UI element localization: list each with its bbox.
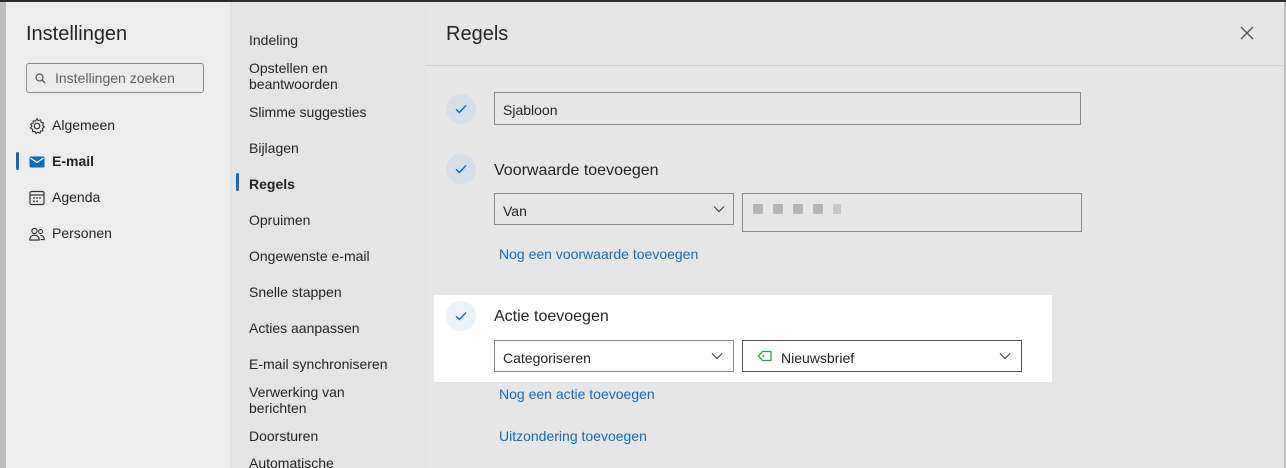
rules-title: Regels bbox=[446, 23, 509, 45]
settings-nav-pane: Instellingen Algemeen E-mail bbox=[6, 2, 230, 468]
condition-value-field[interactable] bbox=[742, 193, 1082, 232]
tag-icon bbox=[757, 350, 772, 362]
subnav-item-verwerking[interactable]: Verwerking van berichten bbox=[249, 384, 359, 416]
settings-title: Instellingen bbox=[26, 23, 128, 45]
add-exception-link[interactable]: Uitzondering toevoegen bbox=[499, 428, 647, 444]
redacted-text bbox=[833, 204, 841, 214]
nav-active-indicator bbox=[16, 152, 19, 170]
nav-label: Personen bbox=[52, 225, 112, 241]
nav-label: Agenda bbox=[52, 189, 101, 205]
chevron-down-icon bbox=[713, 206, 725, 213]
redacted-text bbox=[813, 204, 823, 214]
subnav-active-indicator bbox=[236, 173, 239, 191]
nav-label: Algemeen bbox=[52, 117, 116, 133]
subnav-item-bijlagen[interactable]: Bijlagen bbox=[249, 140, 419, 156]
subnav-item-opruimen[interactable]: Opruimen bbox=[249, 212, 419, 228]
add-action-link[interactable]: Nog een actie toevoegen bbox=[499, 386, 655, 402]
action-select-value: Categoriseren bbox=[503, 350, 591, 366]
chevron-down-icon bbox=[711, 353, 723, 360]
subnav-item-ongewenste-email[interactable]: Ongewenste e-mail bbox=[249, 248, 419, 264]
subnav-item-snelle-stappen[interactable]: Snelle stappen bbox=[249, 284, 419, 300]
subnav-item-regels[interactable]: Regels bbox=[249, 176, 419, 192]
header-divider bbox=[426, 65, 1284, 66]
nav-item-email[interactable]: E-mail bbox=[6, 143, 230, 179]
rule-name-field[interactable]: Sjabloon bbox=[494, 92, 1081, 125]
rules-pane: Regels Sjabloon Voorwaarde toevoegen Van bbox=[426, 2, 1284, 468]
nav-label: E-mail bbox=[52, 153, 95, 169]
checkmark-icon bbox=[455, 165, 467, 174]
action-label: Actie toevoegen bbox=[494, 308, 609, 325]
step-condition-check bbox=[446, 154, 476, 184]
redacted-text bbox=[753, 204, 763, 214]
redacted-text bbox=[793, 204, 803, 214]
add-condition-link[interactable]: Nog een voorwaarde toevoegen bbox=[499, 246, 698, 262]
checkmark-icon bbox=[455, 105, 467, 114]
subnav-item-slimme-suggesties[interactable]: Slimme suggesties bbox=[249, 104, 419, 120]
subnav-item-opstellen[interactable]: Opstellen en beantwoorden bbox=[249, 60, 419, 92]
calendar-icon bbox=[29, 190, 45, 206]
rule-name-value: Sjabloon bbox=[503, 102, 558, 118]
subnav-item-automatische[interactable]: Automatische bbox=[249, 455, 419, 468]
gear-icon bbox=[29, 117, 45, 135]
checkmark-icon bbox=[455, 312, 467, 321]
close-icon[interactable] bbox=[1238, 24, 1256, 42]
subnav-item-email-synchroniseren[interactable]: E-mail synchroniseren bbox=[249, 356, 419, 372]
action-select[interactable]: Categoriseren bbox=[494, 340, 734, 372]
nav-item-agenda[interactable]: Agenda bbox=[6, 179, 230, 215]
settings-search-box[interactable] bbox=[26, 63, 204, 93]
condition-select-value: Van bbox=[503, 203, 527, 219]
subnav-item-acties-aanpassen[interactable]: Acties aanpassen bbox=[249, 320, 419, 336]
settings-search-input[interactable] bbox=[55, 64, 199, 92]
action-section-highlight: Actie toevoegen Categoriseren Nieuwsbrie… bbox=[434, 295, 1052, 382]
settings-dialog: Instellingen Algemeen E-mail bbox=[6, 2, 1284, 468]
search-icon bbox=[35, 73, 46, 84]
subnav-item-indeling[interactable]: Indeling bbox=[249, 32, 419, 48]
condition-label: Voorwaarde toevoegen bbox=[494, 162, 659, 179]
mail-settings-list: Indeling Opstellen en beantwoorden Slimm… bbox=[230, 2, 426, 468]
people-icon bbox=[29, 227, 45, 241]
nav-item-personen[interactable]: Personen bbox=[6, 215, 230, 251]
category-select[interactable]: Nieuwsbrief bbox=[742, 340, 1022, 372]
redacted-text bbox=[773, 204, 783, 214]
chevron-down-icon bbox=[999, 353, 1011, 360]
nav-item-algemeen[interactable]: Algemeen bbox=[6, 107, 230, 143]
step-name-check bbox=[446, 94, 476, 124]
step-action-check bbox=[446, 301, 476, 331]
mail-icon bbox=[29, 156, 45, 168]
condition-select[interactable]: Van bbox=[494, 193, 734, 225]
category-select-value: Nieuwsbrief bbox=[781, 350, 855, 366]
subnav-item-doorsturen[interactable]: Doorsturen bbox=[249, 428, 419, 444]
